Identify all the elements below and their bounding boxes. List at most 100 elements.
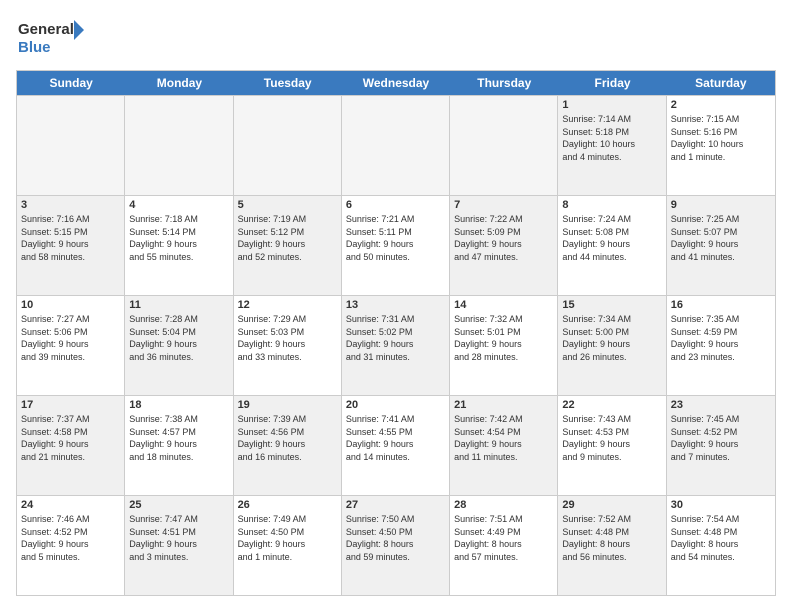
- cal-cell-13: 13 Sunrise: 7:31 AM Sunset: 5:02 PM Dayli…: [342, 296, 450, 395]
- day-number: 5: [238, 199, 337, 211]
- page: General Blue SundayMondayTuesdayWednesda…: [0, 0, 792, 612]
- day-number: 25: [129, 499, 228, 511]
- cal-cell-19: 19 Sunrise: 7:39 AM Sunset: 4:56 PM Dayli…: [234, 396, 342, 495]
- cal-cell-25: 25 Sunrise: 7:47 AM Sunset: 4:51 PM Dayli…: [125, 496, 233, 595]
- cal-cell-empty-0-4: [450, 96, 558, 195]
- day-number: 24: [21, 499, 120, 511]
- day-number: 9: [671, 199, 771, 211]
- cal-cell-empty-0-2: [234, 96, 342, 195]
- svg-text:General: General: [18, 21, 74, 38]
- day-info: Sunrise: 7:24 AM Sunset: 5:08 PM Dayligh…: [562, 213, 661, 263]
- cal-cell-7: 7 Sunrise: 7:22 AM Sunset: 5:09 PM Daylig…: [450, 196, 558, 295]
- cal-cell-20: 20 Sunrise: 7:41 AM Sunset: 4:55 PM Dayli…: [342, 396, 450, 495]
- day-number: 19: [238, 399, 337, 411]
- day-info: Sunrise: 7:37 AM Sunset: 4:58 PM Dayligh…: [21, 413, 120, 463]
- day-info: Sunrise: 7:39 AM Sunset: 4:56 PM Dayligh…: [238, 413, 337, 463]
- day-number: 10: [21, 299, 120, 311]
- day-info: Sunrise: 7:18 AM Sunset: 5:14 PM Dayligh…: [129, 213, 228, 263]
- day-info: Sunrise: 7:42 AM Sunset: 4:54 PM Dayligh…: [454, 413, 553, 463]
- cal-cell-empty-0-1: [125, 96, 233, 195]
- day-of-week-thursday: Thursday: [450, 71, 558, 95]
- cal-cell-2: 2Sunrise: 7:15 AM Sunset: 5:16 PM Daylig…: [667, 96, 775, 195]
- cal-cell-11: 11Sunrise: 7:28 AM Sunset: 5:04 PM Dayli…: [125, 296, 233, 395]
- day-of-week-friday: Friday: [558, 71, 666, 95]
- day-number: 1: [562, 99, 661, 111]
- day-number: 26: [238, 499, 337, 511]
- day-info: Sunrise: 7:46 AM Sunset: 4:52 PM Dayligh…: [21, 513, 120, 563]
- cal-cell-18: 18Sunrise: 7:38 AM Sunset: 4:57 PM Dayli…: [125, 396, 233, 495]
- day-info: Sunrise: 7:31 AM Sunset: 5:02 PM Dayligh…: [346, 313, 445, 363]
- day-info: Sunrise: 7:52 AM Sunset: 4:48 PM Dayligh…: [562, 513, 661, 563]
- day-info: Sunrise: 7:34 AM Sunset: 5:00 PM Dayligh…: [562, 313, 661, 363]
- day-number: 4: [129, 199, 228, 211]
- day-info: Sunrise: 7:28 AM Sunset: 5:04 PM Dayligh…: [129, 313, 228, 363]
- cal-cell-27: 27 Sunrise: 7:50 AM Sunset: 4:50 PM Dayli…: [342, 496, 450, 595]
- day-number: 16: [671, 299, 771, 311]
- day-info: Sunrise: 7:41 AM Sunset: 4:55 PM Dayligh…: [346, 413, 445, 463]
- cal-cell-1: 1 Sunrise: 7:14 AM Sunset: 5:18 PM Daylig…: [558, 96, 666, 195]
- day-number: 14: [454, 299, 553, 311]
- calendar: SundayMondayTuesdayWednesdayThursdayFrid…: [16, 70, 776, 596]
- cal-cell-28: 28Sunrise: 7:51 AM Sunset: 4:49 PM Dayli…: [450, 496, 558, 595]
- cal-cell-empty-0-3: [342, 96, 450, 195]
- cal-cell-8: 8 Sunrise: 7:24 AM Sunset: 5:08 PM Daylig…: [558, 196, 666, 295]
- day-number: 17: [21, 399, 120, 411]
- cal-cell-30: 30 Sunrise: 7:54 AM Sunset: 4:48 PM Dayli…: [667, 496, 775, 595]
- day-number: 12: [238, 299, 337, 311]
- day-of-week-saturday: Saturday: [667, 71, 775, 95]
- day-info: Sunrise: 7:49 AM Sunset: 4:50 PM Dayligh…: [238, 513, 337, 563]
- day-number: 30: [671, 499, 771, 511]
- day-info: Sunrise: 7:43 AM Sunset: 4:53 PM Dayligh…: [562, 413, 661, 463]
- day-number: 20: [346, 399, 445, 411]
- calendar-header: SundayMondayTuesdayWednesdayThursdayFrid…: [17, 71, 775, 95]
- svg-text:Blue: Blue: [18, 39, 51, 56]
- cal-cell-15: 15 Sunrise: 7:34 AM Sunset: 5:00 PM Dayli…: [558, 296, 666, 395]
- cal-cell-9: 9 Sunrise: 7:25 AM Sunset: 5:07 PM Daylig…: [667, 196, 775, 295]
- cal-cell-23: 23Sunrise: 7:45 AM Sunset: 4:52 PM Dayli…: [667, 396, 775, 495]
- day-of-week-wednesday: Wednesday: [342, 71, 450, 95]
- header: General Blue: [16, 16, 776, 60]
- day-number: 22: [562, 399, 661, 411]
- cal-row-2: 10 Sunrise: 7:27 AM Sunset: 5:06 PM Dayli…: [17, 295, 775, 395]
- cal-row-4: 24 Sunrise: 7:46 AM Sunset: 4:52 PM Dayli…: [17, 495, 775, 595]
- day-number: 13: [346, 299, 445, 311]
- day-number: 27: [346, 499, 445, 511]
- day-of-week-tuesday: Tuesday: [234, 71, 342, 95]
- day-info: Sunrise: 7:21 AM Sunset: 5:11 PM Dayligh…: [346, 213, 445, 263]
- day-number: 21: [454, 399, 553, 411]
- cal-cell-6: 6 Sunrise: 7:21 AM Sunset: 5:11 PM Daylig…: [342, 196, 450, 295]
- cal-cell-10: 10 Sunrise: 7:27 AM Sunset: 5:06 PM Dayli…: [17, 296, 125, 395]
- logo-svg: General Blue: [16, 16, 86, 60]
- cal-cell-3: 3 Sunrise: 7:16 AM Sunset: 5:15 PM Daylig…: [17, 196, 125, 295]
- day-of-week-monday: Monday: [125, 71, 233, 95]
- cal-row-3: 17 Sunrise: 7:37 AM Sunset: 4:58 PM Dayli…: [17, 395, 775, 495]
- day-info: Sunrise: 7:16 AM Sunset: 5:15 PM Dayligh…: [21, 213, 120, 263]
- cal-row-1: 3 Sunrise: 7:16 AM Sunset: 5:15 PM Daylig…: [17, 195, 775, 295]
- day-number: 8: [562, 199, 661, 211]
- cal-row-0: 1 Sunrise: 7:14 AM Sunset: 5:18 PM Daylig…: [17, 95, 775, 195]
- cal-cell-26: 26 Sunrise: 7:49 AM Sunset: 4:50 PM Dayli…: [234, 496, 342, 595]
- day-number: 7: [454, 199, 553, 211]
- day-info: Sunrise: 7:22 AM Sunset: 5:09 PM Dayligh…: [454, 213, 553, 263]
- day-number: 6: [346, 199, 445, 211]
- day-number: 18: [129, 399, 228, 411]
- day-info: Sunrise: 7:14 AM Sunset: 5:18 PM Dayligh…: [562, 113, 661, 163]
- logo: General Blue: [16, 16, 86, 60]
- cal-cell-24: 24 Sunrise: 7:46 AM Sunset: 4:52 PM Dayli…: [17, 496, 125, 595]
- cal-cell-empty-0-0: [17, 96, 125, 195]
- cal-cell-17: 17 Sunrise: 7:37 AM Sunset: 4:58 PM Dayli…: [17, 396, 125, 495]
- day-info: Sunrise: 7:25 AM Sunset: 5:07 PM Dayligh…: [671, 213, 771, 263]
- day-info: Sunrise: 7:54 AM Sunset: 4:48 PM Dayligh…: [671, 513, 771, 563]
- cal-cell-4: 4 Sunrise: 7:18 AM Sunset: 5:14 PM Daylig…: [125, 196, 233, 295]
- day-info: Sunrise: 7:45 AM Sunset: 4:52 PM Dayligh…: [671, 413, 771, 463]
- cal-cell-12: 12Sunrise: 7:29 AM Sunset: 5:03 PM Dayli…: [234, 296, 342, 395]
- day-info: Sunrise: 7:47 AM Sunset: 4:51 PM Dayligh…: [129, 513, 228, 563]
- cal-cell-21: 21 Sunrise: 7:42 AM Sunset: 4:54 PM Dayli…: [450, 396, 558, 495]
- day-info: Sunrise: 7:32 AM Sunset: 5:01 PM Dayligh…: [454, 313, 553, 363]
- day-number: 3: [21, 199, 120, 211]
- cal-cell-16: 16 Sunrise: 7:35 AM Sunset: 4:59 PM Dayli…: [667, 296, 775, 395]
- day-info: Sunrise: 7:27 AM Sunset: 5:06 PM Dayligh…: [21, 313, 120, 363]
- day-number: 15: [562, 299, 661, 311]
- day-info: Sunrise: 7:35 AM Sunset: 4:59 PM Dayligh…: [671, 313, 771, 363]
- day-info: Sunrise: 7:50 AM Sunset: 4:50 PM Dayligh…: [346, 513, 445, 563]
